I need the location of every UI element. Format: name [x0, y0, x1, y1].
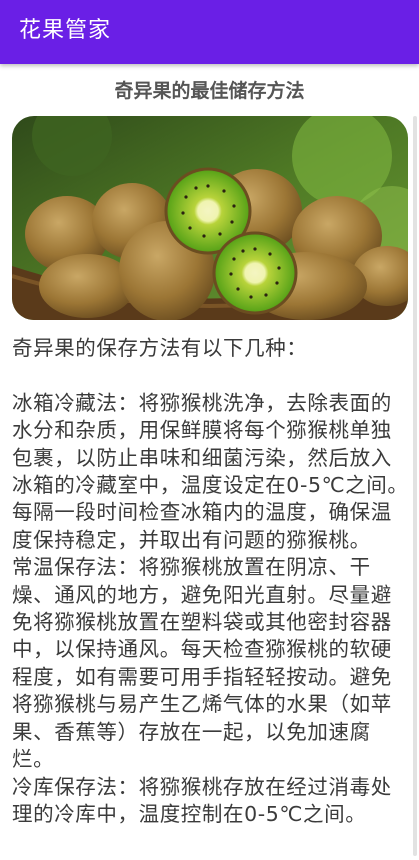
- article-body: 奇异果的保存方法有以下几种： 冰箱冷藏法：将猕猴桃洗净，去除表面的水分和杂质，用…: [12, 336, 409, 826]
- scrollbar[interactable]: [413, 116, 417, 856]
- kiwi-image: [12, 116, 408, 320]
- app-screen: 花果管家 奇异果的最佳储存方法 奇异果的保存方法有以下几种： 冰箱冷藏法：将猕猴…: [0, 0, 419, 860]
- app-bar: 花果管家: [0, 0, 419, 64]
- article-scroll-view[interactable]: 奇异果的最佳储存方法 奇异果的保存方法有以下几种： 冰箱冷藏法：将猕猴桃洗净，去…: [0, 64, 419, 860]
- app-title: 花果管家: [19, 18, 112, 43]
- article-title: 奇异果的最佳储存方法: [114, 80, 305, 102]
